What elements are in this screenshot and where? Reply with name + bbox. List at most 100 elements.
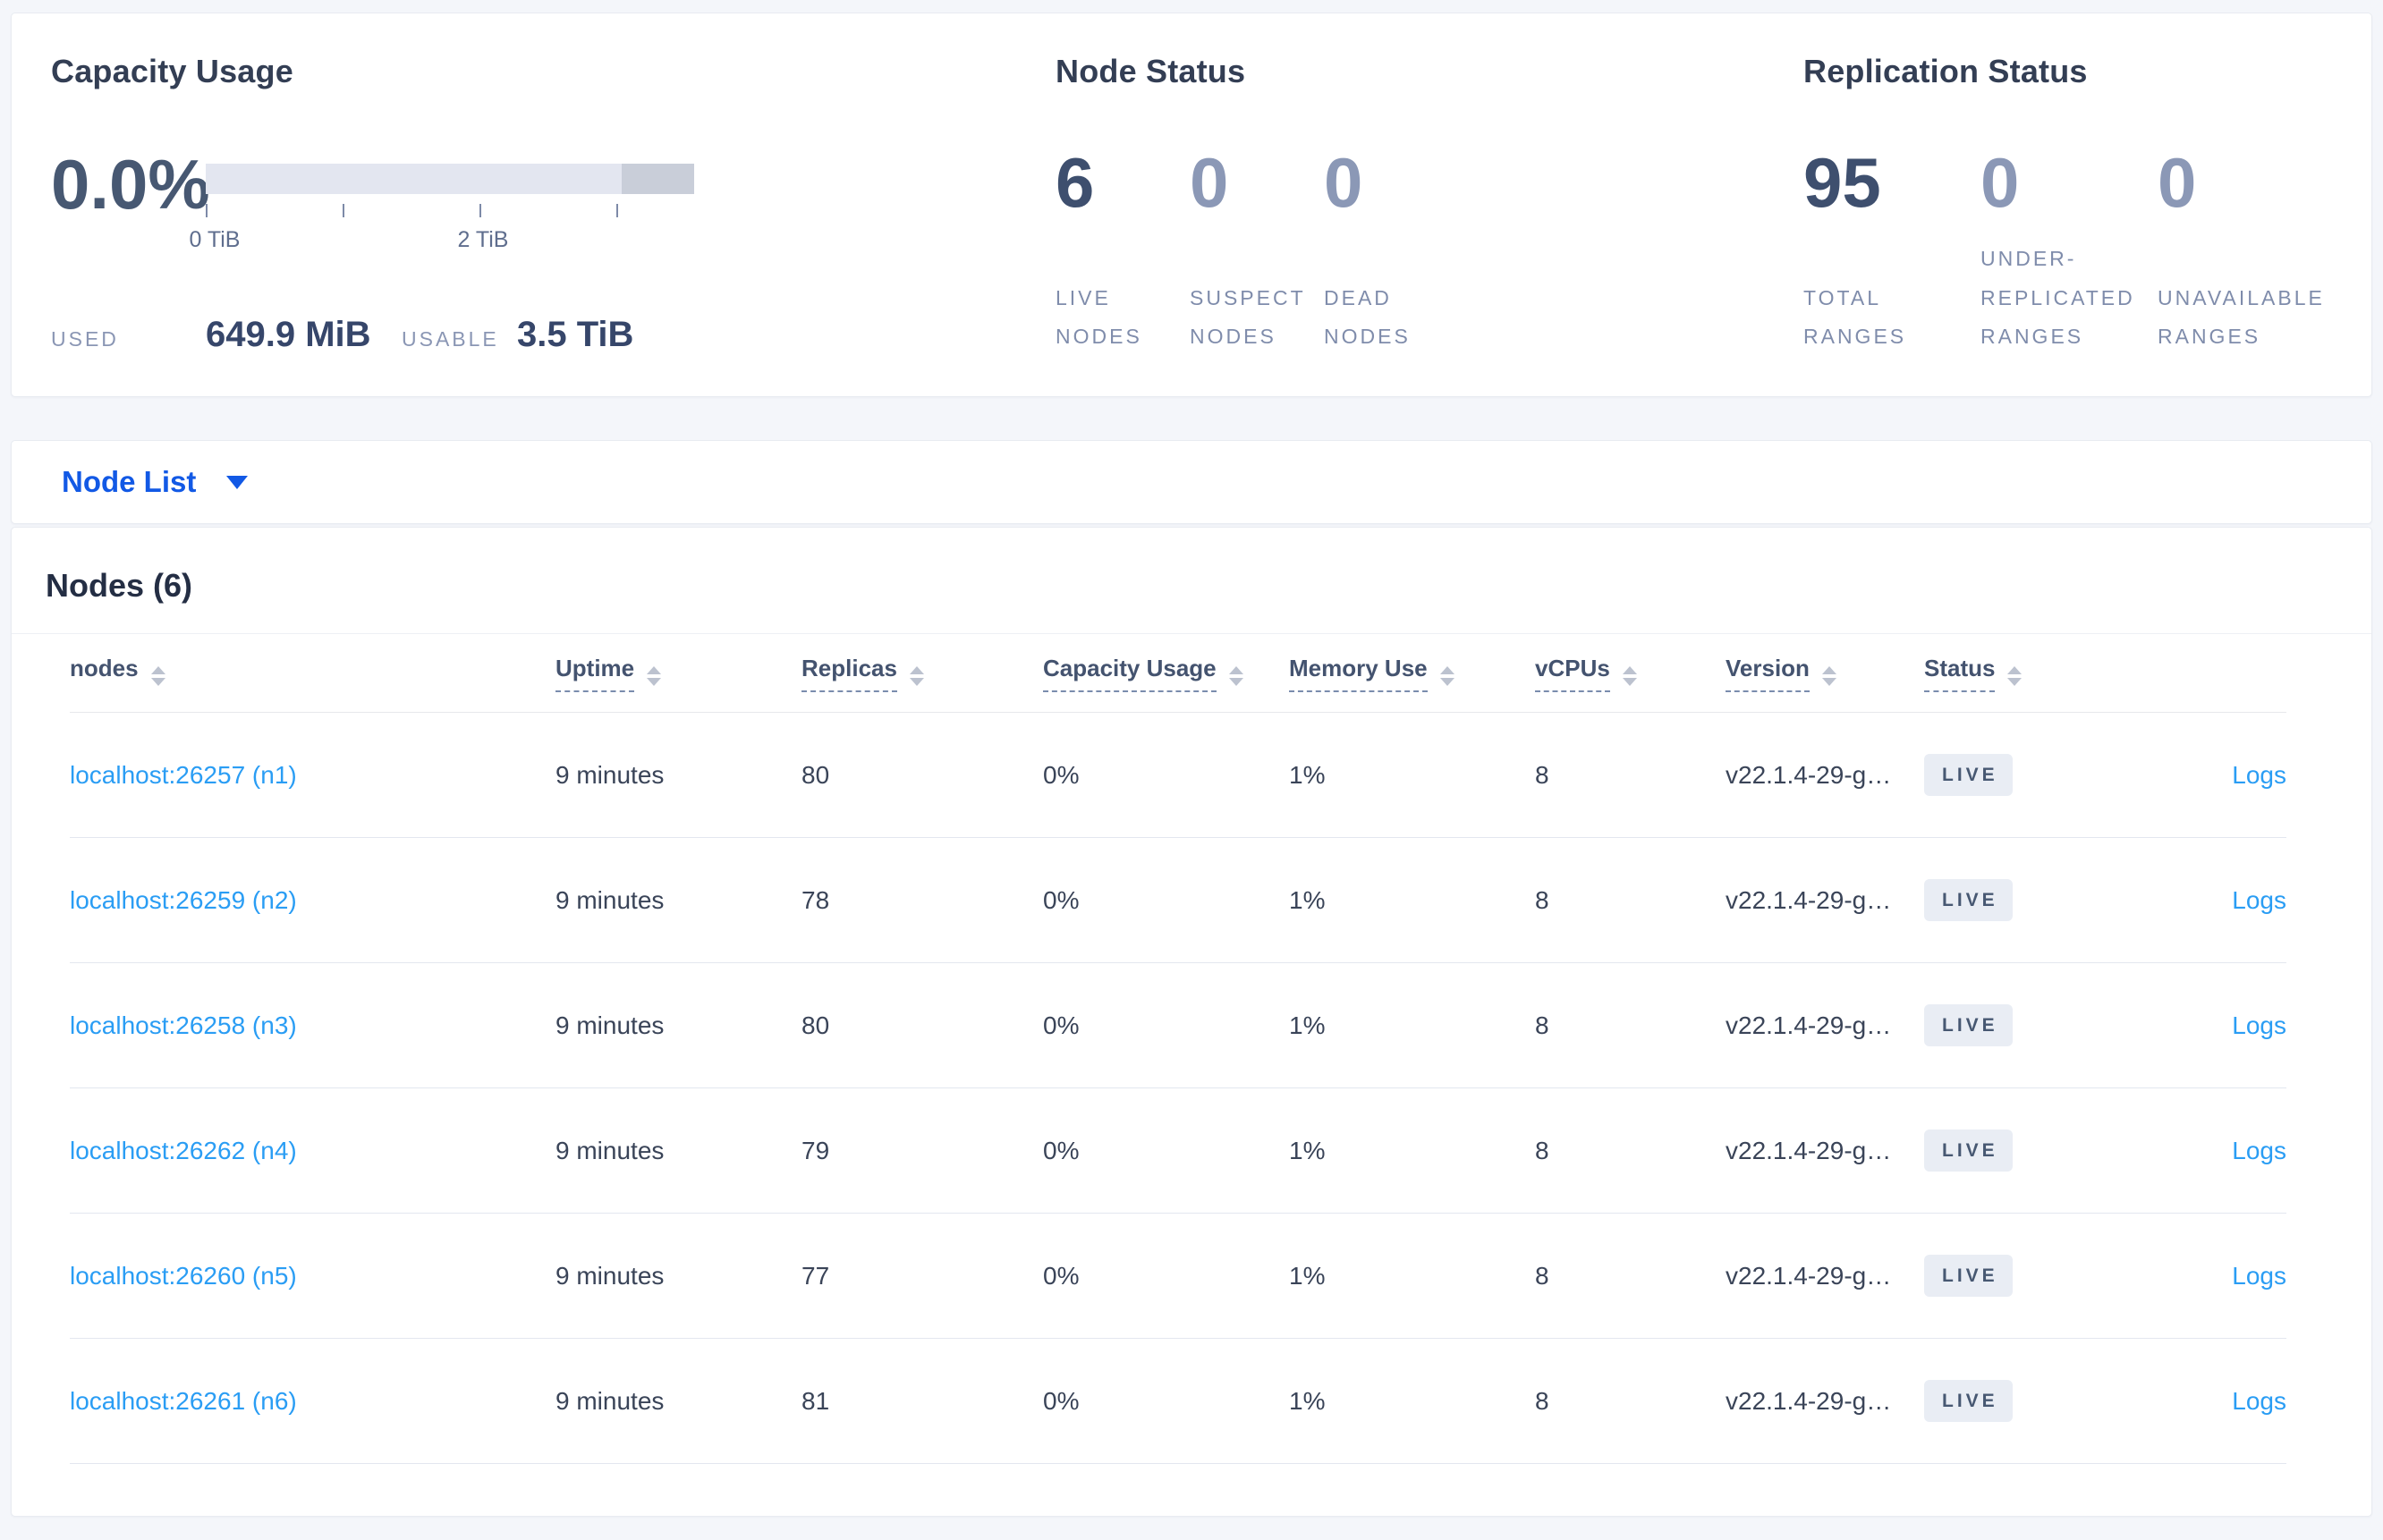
column-header-capacity-usage[interactable]: Capacity Usage — [1043, 655, 1289, 692]
replicas-cell: 79 — [801, 1136, 830, 1164]
capacity-bar-track — [206, 164, 694, 194]
capacity-usage-cell: 0% — [1043, 1136, 1080, 1164]
logs-cell: Logs — [2168, 1387, 2286, 1416]
replicas-cell: 78 — [801, 885, 830, 914]
capacity-usage-cell: 0% — [1043, 885, 1080, 914]
logs-link[interactable]: Logs — [2232, 1387, 2286, 1415]
node-address-link[interactable]: localhost:26259 (n2) — [70, 886, 555, 915]
logs-link[interactable]: Logs — [2232, 761, 2286, 789]
vcpus-cell: 8 — [1535, 1011, 1549, 1039]
node-address-link[interactable]: localhost:26258 (n3) — [70, 1011, 555, 1040]
column-header-vcpus[interactable]: vCPUs — [1535, 655, 1726, 692]
status-cell: LIVE — [1924, 879, 2168, 921]
sort-icon — [647, 665, 662, 686]
capacity-bar-dark-segment — [622, 164, 694, 194]
dead-nodes-label: DEAD NODES — [1324, 285, 1411, 349]
nodes-table: nodes Uptime Replicas Capacity Usage Mem… — [12, 634, 2371, 1464]
node-status-title: Node Status — [1056, 53, 1246, 89]
capacity-usage-cell: 0% — [1043, 760, 1080, 789]
node-address-link[interactable]: localhost:26262 (n4) — [70, 1137, 555, 1165]
status-badge: LIVE — [1924, 1380, 2013, 1422]
logs-cell: Logs — [2168, 1137, 2286, 1165]
replication-status-section: Replication Status 95 0 0 TOTAL RANGES U… — [1803, 13, 2376, 396]
capacity-usage-cell: 0% — [1043, 1011, 1080, 1039]
usable-value: 3.5 TiB — [517, 315, 634, 354]
axis-tick — [479, 204, 481, 217]
sort-icon — [1228, 665, 1243, 686]
table-header-row: nodes Uptime Replicas Capacity Usage Mem… — [70, 634, 2286, 713]
logs-link[interactable]: Logs — [2232, 1262, 2286, 1290]
under-replicated-ranges-value: 0 — [1980, 143, 2020, 222]
status-cell: LIVE — [1924, 1004, 2168, 1046]
version-cell: v22.1.4-29-g… — [1726, 1261, 1892, 1290]
total-ranges-label: TOTAL RANGES — [1803, 285, 1907, 349]
uptime-cell: 9 minutes — [555, 1386, 665, 1415]
logs-link[interactable]: Logs — [2232, 886, 2286, 914]
logs-cell: Logs — [2168, 1011, 2286, 1040]
capacity-bar-axis: 0 TiB 2 TiB — [190, 204, 694, 252]
sort-icon — [2007, 665, 2023, 686]
unavailable-ranges-value: 0 — [2158, 143, 2197, 222]
axis-tick — [616, 204, 618, 217]
status-badge: LIVE — [1924, 1255, 2013, 1297]
sort-icon — [909, 665, 924, 686]
replication-status-values: 95 0 0 — [1803, 148, 2363, 217]
logs-cell: Logs — [2168, 886, 2286, 915]
sort-icon — [150, 665, 165, 686]
capacity-usage-bar-chart: 0 TiB 2 TiB — [190, 164, 694, 252]
table-row: localhost:26257 (n1) 9 minutes 80 0% 1% … — [70, 713, 2286, 838]
table-row: localhost:26259 (n2) 9 minutes 78 0% 1% … — [70, 838, 2286, 963]
uptime-cell: 9 minutes — [555, 1136, 665, 1164]
memory-use-cell: 1% — [1289, 760, 1326, 789]
column-header-uptime[interactable]: Uptime — [555, 655, 801, 692]
vcpus-cell: 8 — [1535, 760, 1549, 789]
vcpus-cell: 8 — [1535, 1261, 1549, 1290]
node-list-dropdown-label: Node List — [62, 465, 197, 498]
logs-link[interactable]: Logs — [2232, 1137, 2286, 1164]
capacity-usage-cell: 0% — [1043, 1386, 1080, 1415]
live-nodes-value: 6 — [1056, 143, 1095, 222]
total-ranges-value: 95 — [1803, 143, 1881, 222]
sort-icon — [1439, 665, 1454, 686]
column-header-memory-use[interactable]: Memory Use — [1289, 655, 1535, 692]
memory-use-cell: 1% — [1289, 1386, 1326, 1415]
column-header-nodes[interactable]: nodes — [70, 655, 555, 692]
node-status-section: Node Status 6 0 0 LIVE NODES SUSPECT NOD… — [1056, 13, 1771, 396]
memory-use-cell: 1% — [1289, 1011, 1326, 1039]
sort-icon — [1821, 665, 1836, 686]
status-badge: LIVE — [1924, 754, 2013, 796]
status-cell: LIVE — [1924, 1255, 2168, 1297]
replication-status-labels: TOTAL RANGES UNDER-REPLICATED RANGES UNA… — [1803, 240, 2363, 357]
node-address-link[interactable]: localhost:26257 (n1) — [70, 761, 555, 790]
dead-nodes-value: 0 — [1324, 143, 1363, 222]
version-cell: v22.1.4-29-g… — [1726, 885, 1892, 914]
used-value: 649.9 MiB — [206, 315, 371, 354]
status-cell: LIVE — [1924, 754, 2168, 796]
node-list-dropdown[interactable]: Node List — [11, 440, 2372, 524]
logs-link[interactable]: Logs — [2232, 1011, 2286, 1039]
uptime-cell: 9 minutes — [555, 885, 665, 914]
column-header-status[interactable]: Status — [1924, 655, 2168, 692]
capacity-usage-section: Capacity Usage 0.0% 0 TiB 2 TiB USED 649… — [51, 13, 1026, 396]
suspect-nodes-label: SUSPECT NODES — [1190, 285, 1306, 349]
version-cell: v22.1.4-29-g… — [1726, 760, 1892, 789]
vcpus-cell: 8 — [1535, 1136, 1549, 1164]
status-badge: LIVE — [1924, 879, 2013, 921]
replicas-cell: 77 — [801, 1261, 830, 1290]
status-badge: LIVE — [1924, 1004, 2013, 1046]
node-address-link[interactable]: localhost:26261 (n6) — [70, 1387, 555, 1416]
column-header-replicas[interactable]: Replicas — [801, 655, 1043, 692]
memory-use-cell: 1% — [1289, 1136, 1326, 1164]
vcpus-cell: 8 — [1535, 1386, 1549, 1415]
node-address-link[interactable]: localhost:26260 (n5) — [70, 1262, 555, 1290]
memory-use-cell: 1% — [1289, 1261, 1326, 1290]
vcpus-cell: 8 — [1535, 885, 1549, 914]
version-cell: v22.1.4-29-g… — [1726, 1011, 1892, 1039]
used-label: USED — [51, 327, 119, 351]
table-row: localhost:26261 (n6) 9 minutes 81 0% 1% … — [70, 1339, 2286, 1464]
column-header-version[interactable]: Version — [1726, 655, 1924, 692]
status-badge: LIVE — [1924, 1130, 2013, 1172]
table-row: localhost:26258 (n3) 9 minutes 80 0% 1% … — [70, 963, 2286, 1088]
node-status-labels: LIVE NODES SUSPECT NODES DEAD NODES — [1056, 279, 1458, 357]
replicas-cell: 80 — [801, 1011, 830, 1039]
